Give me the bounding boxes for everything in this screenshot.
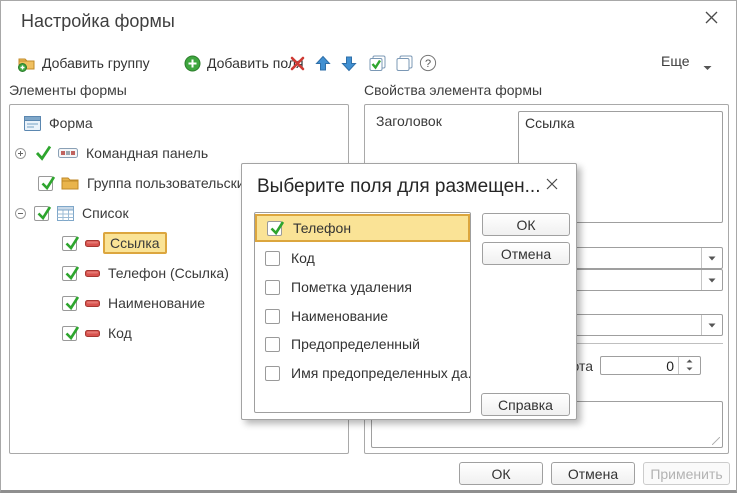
spinner-down-icon[interactable] [679, 365, 700, 373]
dialog-cancel-button[interactable]: Отмена [482, 242, 570, 265]
more-caret-icon[interactable] [703, 58, 712, 76]
chevron-down-icon[interactable] [701, 248, 722, 268]
field-icon [85, 300, 100, 307]
cancel-button[interactable]: Отмена [551, 462, 635, 485]
field-icon [85, 270, 100, 277]
field-label: Имя предопределенных да... [291, 365, 471, 381]
field-label: Телефон [293, 220, 351, 236]
tree-item-user-group[interactable]: Группа пользовательских [38, 168, 252, 198]
add-group-button[interactable]: Добавить группу [17, 52, 150, 74]
field-label: Наименование [291, 308, 388, 324]
move-down-icon[interactable] [341, 52, 357, 74]
right-section-title: Свойства элемента формы [364, 82, 542, 98]
checkbox-checked-icon[interactable] [38, 176, 53, 191]
field-label: Пометка удаления [291, 279, 412, 295]
apply-button: Применить [643, 462, 730, 485]
tree-item-label: Телефон (Ссылка) [108, 265, 229, 281]
header-property-value: Ссылка [525, 115, 575, 131]
checkbox-checked-icon[interactable] [267, 221, 282, 236]
field-row-name[interactable]: Наименование [255, 302, 470, 330]
dialog-close-icon[interactable] [542, 175, 562, 195]
window-title: Настройка формы [21, 11, 175, 32]
spinner-up-icon[interactable] [679, 357, 700, 365]
chevron-down-icon[interactable] [701, 270, 722, 290]
checkbox-icon[interactable] [265, 251, 280, 266]
form-icon [24, 116, 41, 131]
tree-item-label: Наименование [108, 295, 205, 311]
field-row-phone[interactable]: Телефон [255, 214, 470, 242]
add-fields-plus-icon [184, 55, 201, 72]
collapse-minus-icon[interactable] [15, 208, 26, 219]
table-icon [57, 206, 74, 221]
tree-item-form[interactable]: Форма [24, 108, 93, 138]
tree-item-label: Список [82, 205, 129, 221]
field-label: Предопределенный [291, 336, 420, 352]
check-all-icon[interactable] [366, 52, 388, 74]
help-icon[interactable]: ? [419, 52, 437, 74]
field-row-code[interactable]: Код [255, 244, 470, 272]
select-fields-dialog: Выберите поля для размещен... Телефон Ко… [241, 163, 577, 420]
dialog-ok-button[interactable]: ОК [482, 213, 570, 236]
checkbox-checked-icon[interactable] [62, 236, 77, 251]
delete-icon[interactable] [290, 52, 305, 74]
field-icon [85, 240, 100, 247]
dialog-help-button[interactable]: Справка [481, 393, 570, 416]
left-section-title: Элементы формы [9, 82, 127, 98]
more-button[interactable]: Еще [661, 53, 690, 69]
ok-button[interactable]: ОК [459, 462, 543, 485]
chevron-down-icon[interactable] [701, 315, 722, 335]
checkbox-checked-icon[interactable] [62, 326, 77, 341]
check-icon[interactable] [34, 146, 50, 161]
folder-icon [61, 176, 79, 190]
header-property-label: Заголовок [376, 113, 442, 129]
checkbox-icon[interactable] [265, 280, 280, 295]
form-settings-window: Настройка формы Добавить группу Добавить… [0, 0, 737, 493]
add-group-folder-icon [17, 55, 36, 72]
expand-plus-icon[interactable] [15, 148, 26, 159]
tree-item-label: Командная панель [86, 145, 208, 161]
tree-item-label: Группа пользовательских [87, 175, 252, 191]
tree-item-code[interactable]: Код [62, 318, 132, 348]
tree-item-label: Код [108, 325, 132, 341]
checkbox-icon[interactable] [265, 337, 280, 352]
height-spinner[interactable]: 0 [600, 356, 701, 375]
dialog-title: Выберите поля для размещен... [257, 176, 541, 198]
checkbox-icon[interactable] [265, 309, 280, 324]
height-value: 0 [666, 358, 674, 374]
tree-item-list[interactable]: Список [15, 198, 129, 228]
svg-text:?: ? [425, 58, 431, 70]
tree-item-phone-link[interactable]: Телефон (Ссылка) [62, 258, 229, 288]
checkbox-checked-icon[interactable] [34, 206, 49, 221]
field-row-deletion-mark[interactable]: Пометка удаления [255, 273, 470, 301]
field-label: Код [291, 250, 315, 266]
add-group-label: Добавить группу [42, 55, 150, 71]
tree-item-label: Форма [49, 115, 93, 131]
field-row-predefined[interactable]: Предопределенный [255, 330, 470, 358]
field-row-predefined-data-name[interactable]: Имя предопределенных да... [255, 359, 470, 387]
checkbox-checked-icon[interactable] [62, 296, 77, 311]
uncheck-all-icon[interactable] [393, 52, 415, 74]
command-bar-icon [58, 148, 78, 158]
field-icon [85, 330, 100, 337]
fields-list: Телефон Код Пометка удаления Наименовани… [254, 212, 471, 413]
spinner-buttons [678, 357, 700, 374]
add-fields-button[interactable]: Добавить поля [184, 52, 304, 74]
tree-item-label: Ссылка [103, 232, 167, 254]
tree-item-command-bar[interactable]: Командная панель [15, 138, 208, 168]
tree-item-name[interactable]: Наименование [62, 288, 205, 318]
checkbox-checked-icon[interactable] [62, 266, 77, 281]
move-up-icon[interactable] [315, 52, 331, 74]
tree-item-link[interactable]: Ссылка [62, 228, 167, 258]
checkbox-icon[interactable] [265, 366, 280, 381]
resize-grip[interactable] [712, 437, 720, 445]
window-close-icon[interactable] [699, 7, 723, 31]
